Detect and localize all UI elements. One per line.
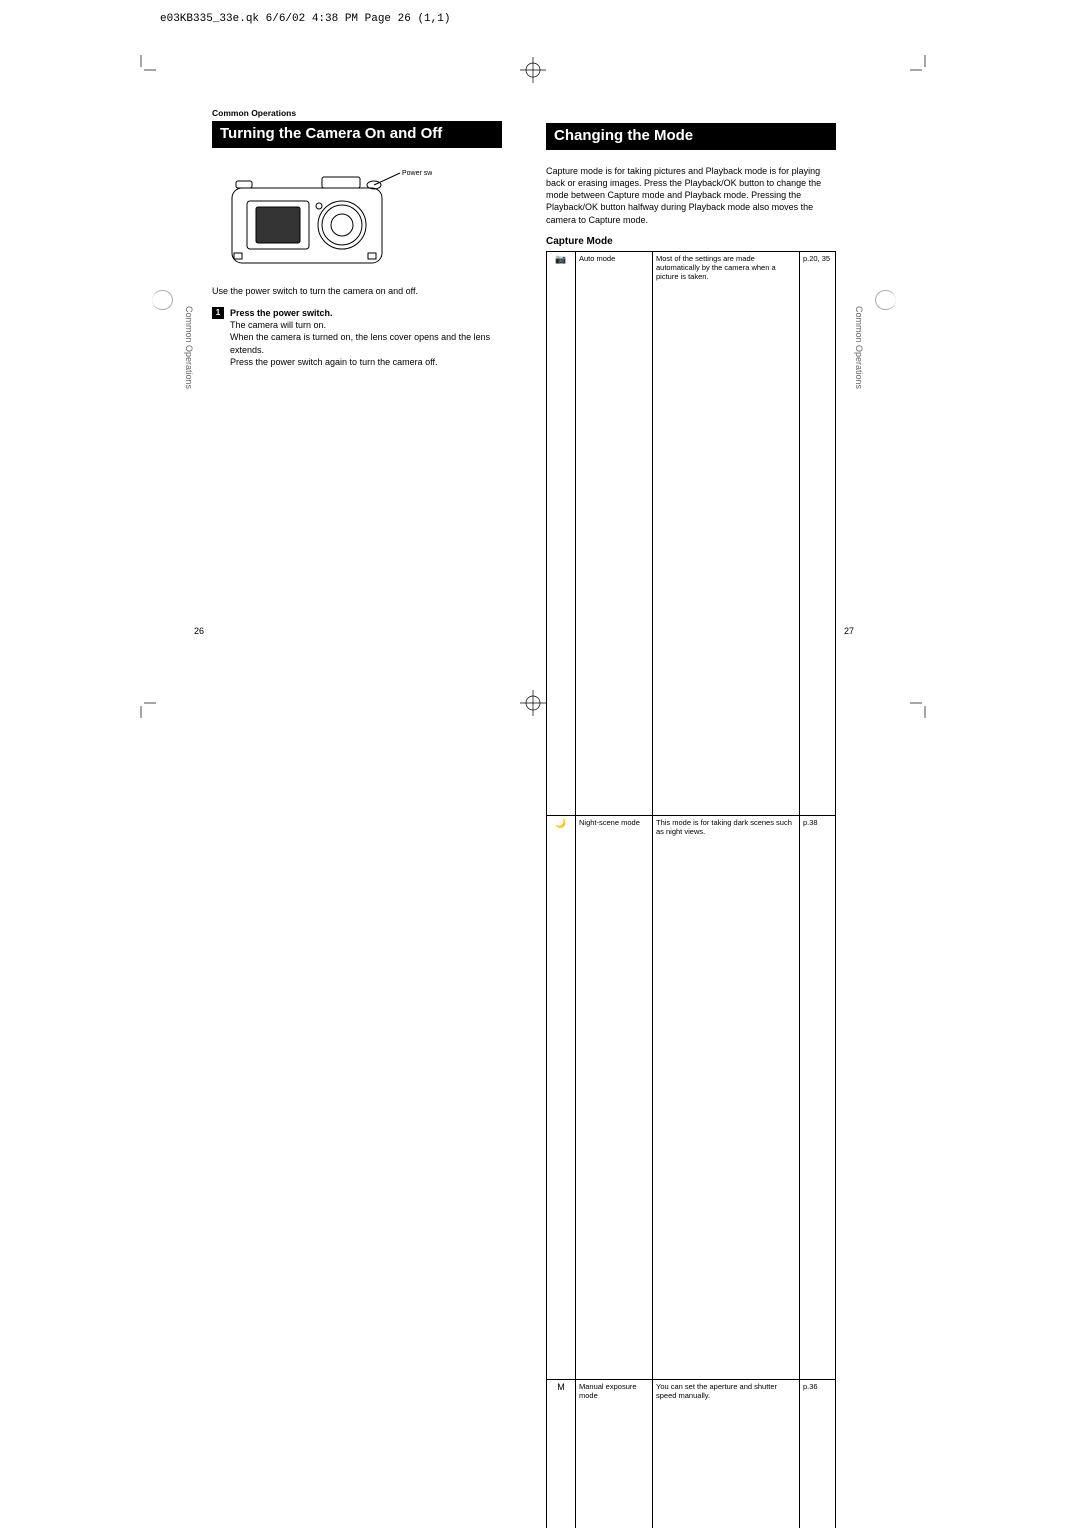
section-label: Common Operations [212,108,502,118]
camera-figure: Power switch [222,163,502,273]
camera-icon: Power switch [222,163,432,273]
mode-icon: 🌙 [547,815,576,1379]
print-header: e03KB335_33e.qk 6/6/02 4:38 PM Page 26 (… [160,13,450,25]
mode-name: Manual exposure mode [576,1379,653,1528]
capture-mode-table: 📷Auto modeMost of the settings are made … [546,251,836,1528]
mode-page: p.36 [800,1379,836,1528]
table-row: 📷Auto modeMost of the settings are made … [547,251,836,815]
mode-desc: This mode is for taking dark scenes such… [653,815,800,1379]
page-title: Turning the Camera On and Off [212,121,502,148]
mode-name: Auto mode [576,251,653,815]
step-body: The camera will turn on. When the camera… [230,320,490,366]
figure-label: Power switch [402,170,432,177]
thumb-index-right [875,290,896,310]
side-tab-label: Common Operations [184,306,194,389]
mode-icon: 📷 [547,251,576,815]
page-right: Common Operations Changing the Mode Capt… [524,90,894,654]
page-spread: Common Operations Common Operations Turn… [154,90,894,654]
step-number-icon: 1 [212,307,224,319]
intro-text: Capture mode is for taking pictures and … [546,165,836,226]
mode-name: Night-scene mode [576,815,653,1379]
registration-mark [518,55,548,85]
thumb-index-left [152,290,173,310]
intro-text: Use the power switch to turn the camera … [212,285,502,297]
cropmark [910,55,940,85]
mode-page: p.20, 35 [800,251,836,815]
cropmark [126,55,156,85]
mode-icon: M [547,1379,576,1528]
mode-desc: You can set the aperture and shutter spe… [653,1379,800,1528]
registration-mark [518,688,548,718]
page-number: 26 [194,626,204,636]
table-row: MManual exposure modeYou can set the ape… [547,1379,836,1528]
mode-desc: Most of the settings are made automatica… [653,251,800,815]
table-row: 🌙Night-scene modeThis mode is for taking… [547,815,836,1379]
cropmark [126,688,156,718]
mode-page: p.38 [800,815,836,1379]
step-row: 1 Press the power switch. The camera wil… [212,307,502,368]
side-tab-label: Common Operations [854,306,864,389]
step-heading: Press the power switch. [230,308,333,318]
page-left: Common Operations Common Operations Turn… [154,90,524,654]
cropmark [910,688,940,718]
page-number: 27 [844,626,854,636]
sub-heading: Capture Mode [546,236,836,247]
page-title: Changing the Mode [546,123,836,150]
